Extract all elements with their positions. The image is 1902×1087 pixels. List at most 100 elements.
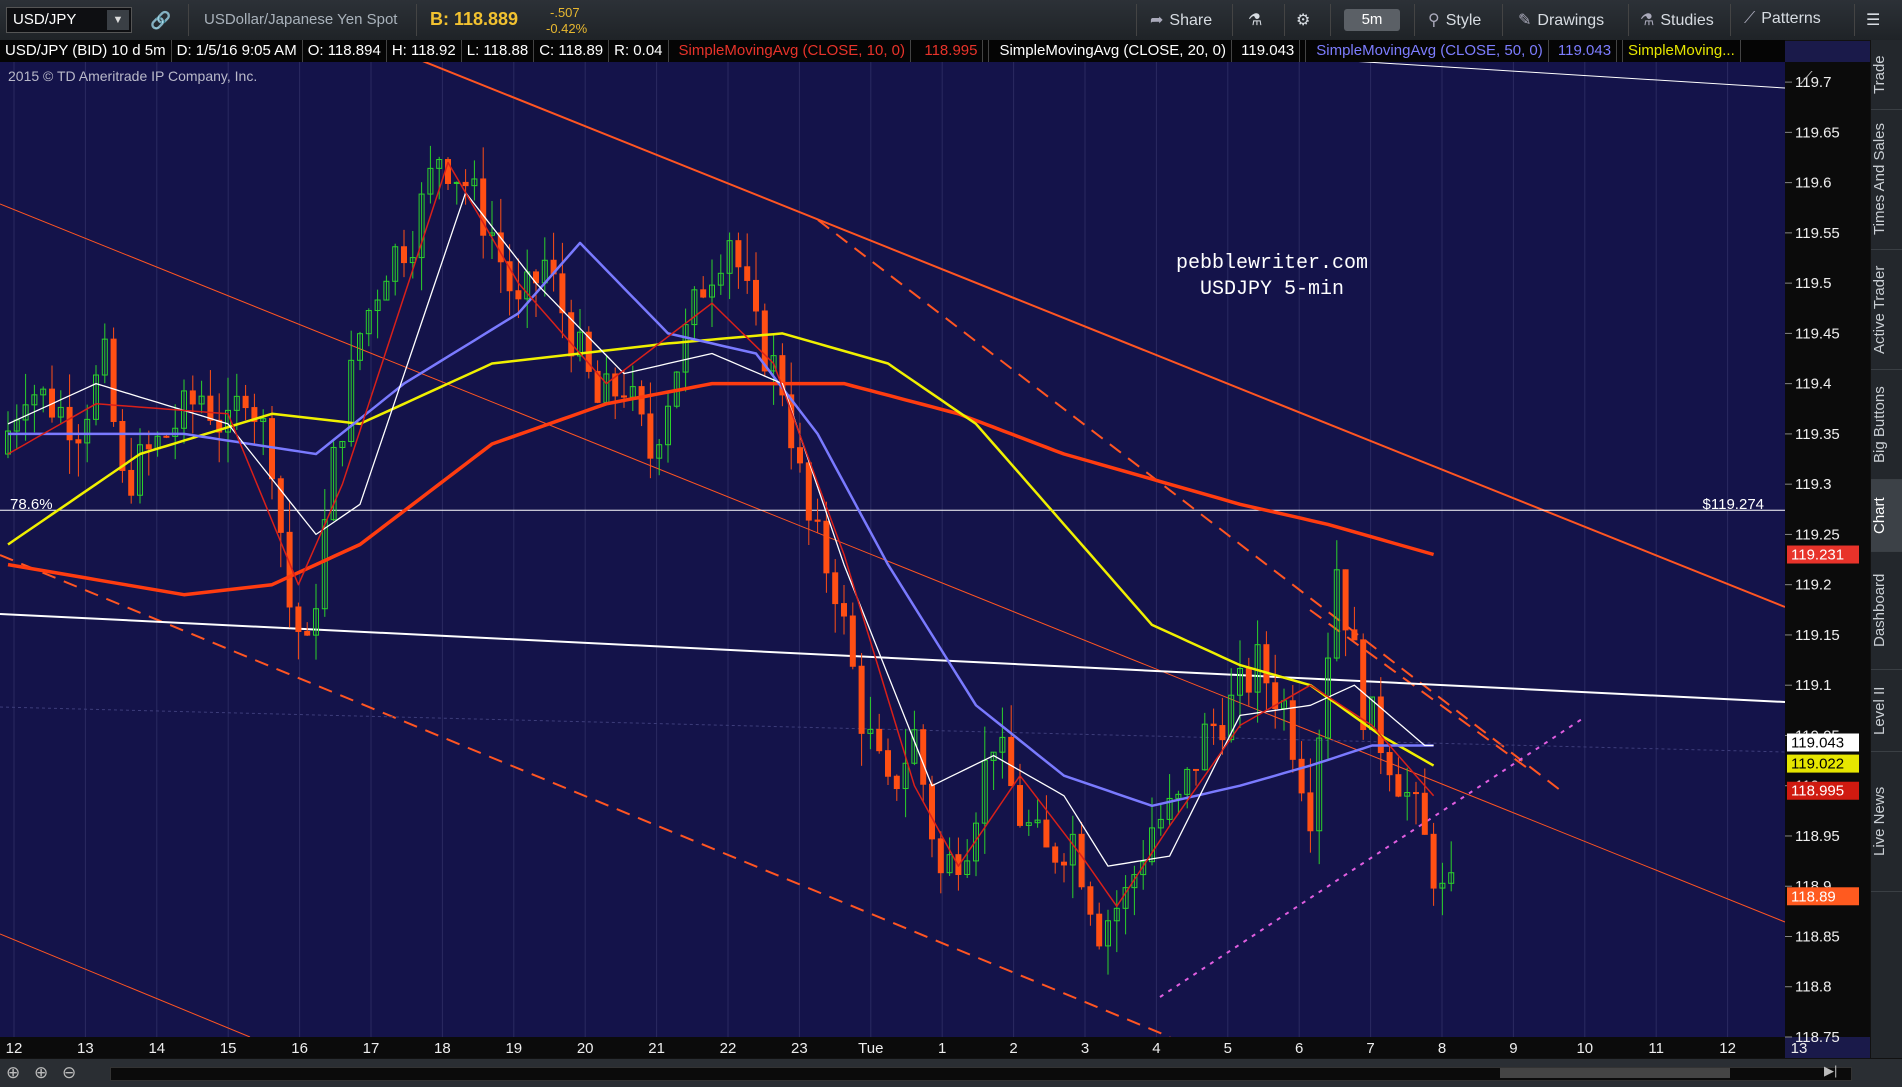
candle-body (1210, 723, 1217, 727)
chart-background[interactable] (0, 62, 1785, 1037)
chevron-down-icon[interactable]: ▼ (107, 10, 129, 30)
sma10-label: SimpleMovingAvg (CLOSE, 10, 0) (674, 40, 912, 62)
candle-body (814, 519, 821, 522)
time-tick-label: Tue (858, 1040, 883, 1057)
candle-body (1096, 913, 1103, 947)
bottom-scroll-bar: ⊕ ⊕ ⊖ ▶| (0, 1058, 1902, 1087)
candle-body (462, 181, 469, 187)
candle-body (849, 615, 856, 667)
time-tick-label: 22 (720, 1040, 737, 1057)
drawings-button[interactable]: ✎ Drawings (1518, 10, 1604, 30)
candle-body (1263, 644, 1270, 684)
time-tick-label: 23 (791, 1040, 808, 1057)
candle-body (735, 240, 742, 268)
price-tick-label: 119.65 (1795, 124, 1840, 141)
candle-body (304, 630, 311, 636)
tab-chart[interactable]: Chart (1871, 480, 1902, 552)
time-tick-label: 19 (505, 1040, 522, 1057)
candle-body (647, 413, 654, 459)
price-tick-label: 119.2 (1795, 577, 1831, 594)
candle-body (929, 783, 935, 840)
divider (1628, 4, 1629, 36)
candle-body (1193, 768, 1199, 771)
link-icon[interactable]: 🔗 (150, 11, 171, 31)
tab-big-buttons[interactable]: Big Buttons (1871, 370, 1902, 480)
zoom-out-icon[interactable]: ⊖ (62, 1063, 76, 1083)
time-tick-label: 20 (577, 1040, 594, 1057)
symbol-text: USD/JPY (13, 11, 77, 28)
candle-body (1298, 758, 1305, 794)
scroll-end-icon[interactable]: ▶| (1824, 1063, 1837, 1079)
candle-body (832, 572, 839, 605)
sma-more-study[interactable]: SimpleMoving... (1623, 40, 1741, 62)
candle-body (1087, 886, 1094, 915)
candle-body (1289, 700, 1296, 760)
price-tick-label: 119.15 (1795, 627, 1840, 644)
price-tick-label: 119.55 (1795, 225, 1840, 242)
symbol-selector[interactable]: USD/JPY ▼ (6, 7, 132, 33)
menu-icon[interactable]: ☰ (1866, 10, 1880, 30)
candle-body (823, 520, 830, 574)
bar-range: R: 0.04 (609, 40, 669, 62)
time-tick-label: 18 (434, 1040, 451, 1057)
time-tick-label: 17 (363, 1040, 380, 1057)
candle-body (119, 420, 126, 471)
price-chart[interactable]: 2015 © TD Ameritrade IP Company, Inc. pe… (0, 62, 1870, 1058)
price-badge-text: 119.043 (1791, 734, 1844, 751)
pan-icon[interactable]: ⊕ (6, 1063, 20, 1083)
tab-live-news[interactable]: Live News (1871, 752, 1902, 892)
price-tick-label: 119.6 (1795, 175, 1831, 192)
time-tick-label: 15 (220, 1040, 237, 1057)
time-tick-label: 7 (1366, 1040, 1374, 1057)
share-button[interactable]: ➦ Share (1150, 10, 1212, 30)
sma20-study[interactable]: SimpleMovingAvg (CLOSE, 20, 0) 119.043 (989, 40, 1307, 62)
candle-body (744, 266, 751, 281)
candle-body (841, 603, 847, 617)
sma10-study[interactable]: SimpleMovingAvg (CLOSE, 10, 0) 118.995 (669, 40, 990, 62)
tab-trade[interactable]: Trade (1871, 40, 1902, 110)
candle-body (1052, 846, 1059, 863)
tab-times-and-sales[interactable]: Times And Sales (1871, 110, 1902, 250)
style-icon: ⚲ (1428, 12, 1440, 29)
candle-body (1430, 833, 1437, 889)
candle-body (621, 395, 627, 398)
candle-body (1342, 569, 1349, 631)
timeframe-button[interactable]: 5m (1344, 9, 1400, 31)
price-tick-label: 118.8 (1795, 979, 1831, 996)
patterns-icon: ⟋ (1744, 10, 1756, 27)
candle-body (1061, 861, 1067, 866)
flask-icon[interactable]: ⚗ (1248, 10, 1262, 30)
symbol-description: USDollar/Japanese Yen Spot (204, 11, 398, 28)
tab-active-trader[interactable]: Active Trader (1871, 250, 1902, 370)
candle-body (753, 279, 759, 312)
price-tick-label: 119.25 (1795, 526, 1840, 543)
net-change: -.507 (550, 5, 580, 20)
gear-icon[interactable]: ⚙ (1296, 10, 1310, 30)
candle-body (295, 606, 302, 632)
tab-level-ii[interactable]: Level II (1871, 670, 1902, 752)
percent-change: -0.42% (546, 21, 588, 36)
patterns-button[interactable]: ⟋ Patterns (1744, 10, 1821, 28)
candle-body (858, 665, 865, 734)
zoom-in-icon[interactable]: ⊕ (34, 1063, 48, 1083)
sma20-value: 119.043 (1236, 40, 1301, 62)
top-toolbar: USD/JPY ▼ 🔗 USDollar/Japanese Yen Spot B… (0, 0, 1902, 41)
divider (1414, 4, 1415, 36)
sma50-study[interactable]: SimpleMovingAvg (CLOSE, 50, 0) 119.043 (1306, 40, 1624, 62)
style-button[interactable]: ⚲ Style (1428, 10, 1481, 30)
bid-price: B: 118.889 (430, 9, 519, 29)
time-tick-label: 8 (1438, 1040, 1446, 1057)
candle-body (920, 729, 927, 785)
scrollbar-thumb[interactable] (1500, 1068, 1730, 1078)
bar-close: C: 118.89 (534, 40, 610, 62)
time-tick-label: 11 (1648, 1040, 1664, 1057)
time-tick-label: 1 (938, 1040, 946, 1057)
axis-settings-icon[interactable]: ⟋ (1800, 68, 1813, 88)
tab-dashboard[interactable]: Dashboard (1871, 552, 1902, 670)
time-tick-label: 10 (1576, 1040, 1593, 1057)
candle-body (1307, 792, 1314, 832)
share-label: Share (1169, 12, 1213, 29)
studies-button[interactable]: ⚗ Studies (1640, 10, 1714, 30)
sma50-value: 119.043 (1553, 40, 1618, 62)
candle-body (1395, 774, 1402, 797)
